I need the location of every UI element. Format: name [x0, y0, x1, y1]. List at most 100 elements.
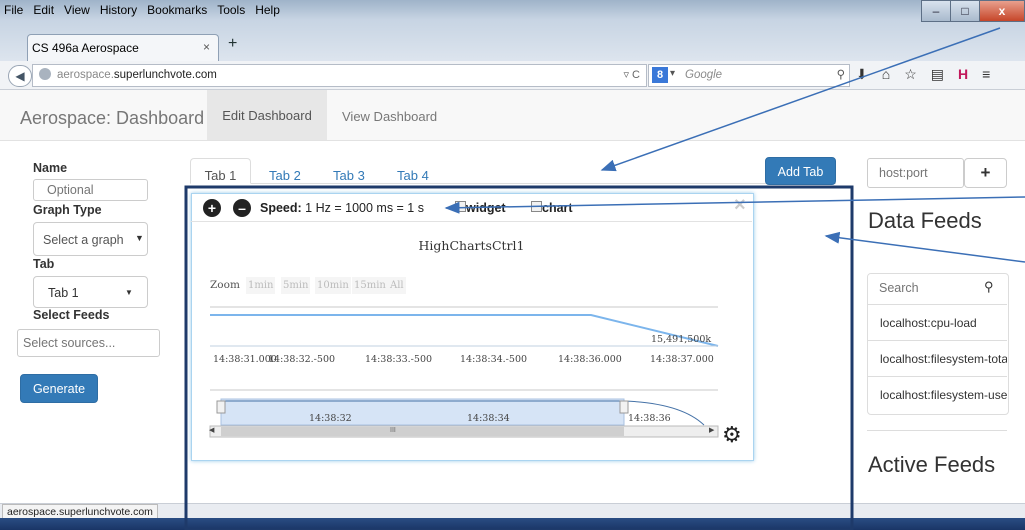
back-arrow-icon: ◀ [15, 69, 25, 83]
annotation-arrow [824, 231, 1025, 263]
back-button[interactable]: ◀ [8, 65, 32, 87]
zoom-all[interactable]: All [388, 277, 406, 294]
tab-label: Tab [33, 257, 55, 271]
speed-decrease-button[interactable]: – [233, 199, 251, 217]
scrollbar-grip: III [390, 427, 396, 434]
scroll-left-icon[interactable]: ◀ [209, 426, 214, 434]
widget-checkbox[interactable]: widget [455, 201, 506, 215]
browser-search-box[interactable]: 8 ▾ Google ⚲ [648, 64, 850, 87]
navigator-tick-label: 14:38:34 [467, 413, 510, 424]
add-tab-button[interactable]: Add Tab [765, 157, 836, 185]
menu-edit[interactable]: Edit [33, 0, 54, 20]
globe-icon [39, 68, 51, 80]
zoom-5min[interactable]: 5min [281, 277, 311, 294]
feed-item[interactable]: localhost:cpu-load [867, 304, 1007, 340]
app-brand[interactable]: Aerospace: Dashboard [20, 108, 204, 129]
x-tick-label: 14:38:36.000 [558, 354, 622, 365]
plus-icon: + [207, 200, 217, 216]
minimize-button[interactable]: – [921, 0, 951, 22]
name-input[interactable] [33, 179, 148, 201]
chart-checkbox[interactable]: chart [531, 201, 573, 215]
feed-item[interactable]: localhost:filesystem-used [867, 376, 1007, 412]
caret-down-icon: ▼ [125, 288, 133, 297]
menu-hamburger-icon[interactable]: ≡ [982, 66, 990, 83]
browser-search-placeholder: Google [685, 69, 723, 81]
search-icon[interactable]: ⚲ [984, 279, 994, 295]
tab-1[interactable]: Tab 1 [190, 158, 251, 184]
feed-item[interactable]: localhost:filesystem-total [867, 340, 1007, 376]
x-tick-label: 14:38:37.000 [650, 354, 714, 365]
browser-tab-close-icon[interactable]: × [203, 40, 210, 54]
navigator-tick-label: 14:38:32 [309, 413, 352, 424]
browser-tab-title: CS 496a Aerospace [32, 41, 139, 55]
series-line [210, 314, 719, 347]
os-taskbar [0, 518, 1025, 530]
chart-title: HighChartsCtrl1 [418, 238, 525, 253]
navigator-tick-label: 14:38:36 [628, 413, 671, 424]
minus-icon: – [238, 200, 246, 216]
zoom-1min[interactable]: 1min [246, 277, 276, 294]
url-bar[interactable]: aerospace.superlunchvote.com ▿ C [32, 64, 647, 87]
navigator-scrollbar-thumb[interactable] [221, 427, 624, 436]
home-icon[interactable]: ⌂ [882, 66, 890, 83]
new-tab-button[interactable]: + [228, 35, 237, 53]
x-tick-label: 14:38:32.-500 [268, 354, 336, 365]
add-host-button[interactable]: + [964, 158, 1007, 188]
tab-3[interactable]: Tab 3 [333, 168, 365, 183]
zoom-10min[interactable]: 10min [315, 277, 351, 294]
nav-edit-dashboard[interactable]: Edit Dashboard [207, 90, 327, 140]
menu-history[interactable]: History [100, 0, 137, 20]
checkbox-icon [455, 201, 466, 212]
google-icon: 8 [652, 67, 668, 83]
navigator-handle-right[interactable] [619, 400, 629, 414]
navigator-handle-left[interactable] [216, 400, 226, 414]
widget-close-icon[interactable]: × [734, 194, 746, 217]
menu-bookmarks[interactable]: Bookmarks [147, 0, 207, 20]
toolbar-icons: ⬇ ⌂ ☆ ▤ H ≡ [856, 66, 990, 83]
tab-4[interactable]: Tab 4 [397, 168, 429, 183]
reload-icon[interactable]: ▿ C [623, 68, 640, 81]
navigator-selection[interactable] [220, 398, 625, 426]
zoom-label: Zoom [210, 279, 240, 291]
maximize-button[interactable]: □ [950, 0, 980, 22]
generate-button[interactable]: Generate [20, 374, 98, 403]
graph-type-label: Graph Type [33, 203, 102, 217]
tab-2[interactable]: Tab 2 [269, 168, 301, 183]
select-feeds-label: Select Feeds [33, 308, 110, 322]
graph-type-select[interactable]: Select a graph ▼ [33, 222, 148, 256]
url-text: aerospace.superlunchvote.com [57, 69, 217, 81]
zoom-15min[interactable]: 15min [352, 277, 388, 294]
feeds-input[interactable] [17, 329, 160, 357]
dropdown-arrow-icon: ▾ [670, 68, 676, 79]
tabs-divider [190, 183, 836, 184]
graph-type-value: Select a graph [43, 233, 124, 247]
menu-tools[interactable]: Tools [217, 0, 245, 20]
tab-select-value: Tab 1 [48, 286, 79, 300]
gear-icon[interactable]: ⚙ [722, 424, 742, 446]
window-controls: – □ x [921, 0, 1025, 22]
checkbox-icon [531, 201, 542, 212]
speed-increase-button[interactable]: + [203, 199, 221, 217]
download-icon[interactable]: ⬇ [856, 66, 868, 83]
active-feeds-title: Active Feeds [868, 452, 996, 477]
nav-view-dashboard[interactable]: View Dashboard [342, 109, 437, 124]
x-tick-label: 14:38:33.-500 [365, 354, 433, 365]
menu-bar: File Edit View History Bookmarks Tools H… [0, 0, 280, 20]
menu-view[interactable]: View [64, 0, 90, 20]
menu-help[interactable]: Help [255, 0, 280, 20]
extension-h-icon[interactable]: H [958, 66, 968, 83]
bookmarks-list-icon[interactable]: ▤ [931, 66, 944, 83]
bookmark-star-icon[interactable]: ☆ [904, 66, 917, 83]
host-port-input[interactable] [867, 158, 964, 188]
data-feeds-title: Data Feeds [868, 208, 982, 233]
menu-file[interactable]: File [4, 0, 23, 20]
x-tick-label: 14:38:34.-500 [460, 354, 528, 365]
speed-readout: Speed: 1 Hz = 1000 ms = 1 s [260, 201, 424, 215]
close-window-button[interactable]: x [979, 0, 1025, 22]
tab-select[interactable]: Tab 1 ▼ [33, 276, 148, 308]
caret-down-icon: ▼ [135, 233, 144, 243]
browser-tab[interactable]: CS 496a Aerospace × [27, 34, 219, 61]
magnifier-icon[interactable]: ⚲ [837, 67, 845, 81]
scroll-right-icon[interactable]: ▶ [709, 426, 714, 434]
name-label: Name [33, 161, 68, 175]
